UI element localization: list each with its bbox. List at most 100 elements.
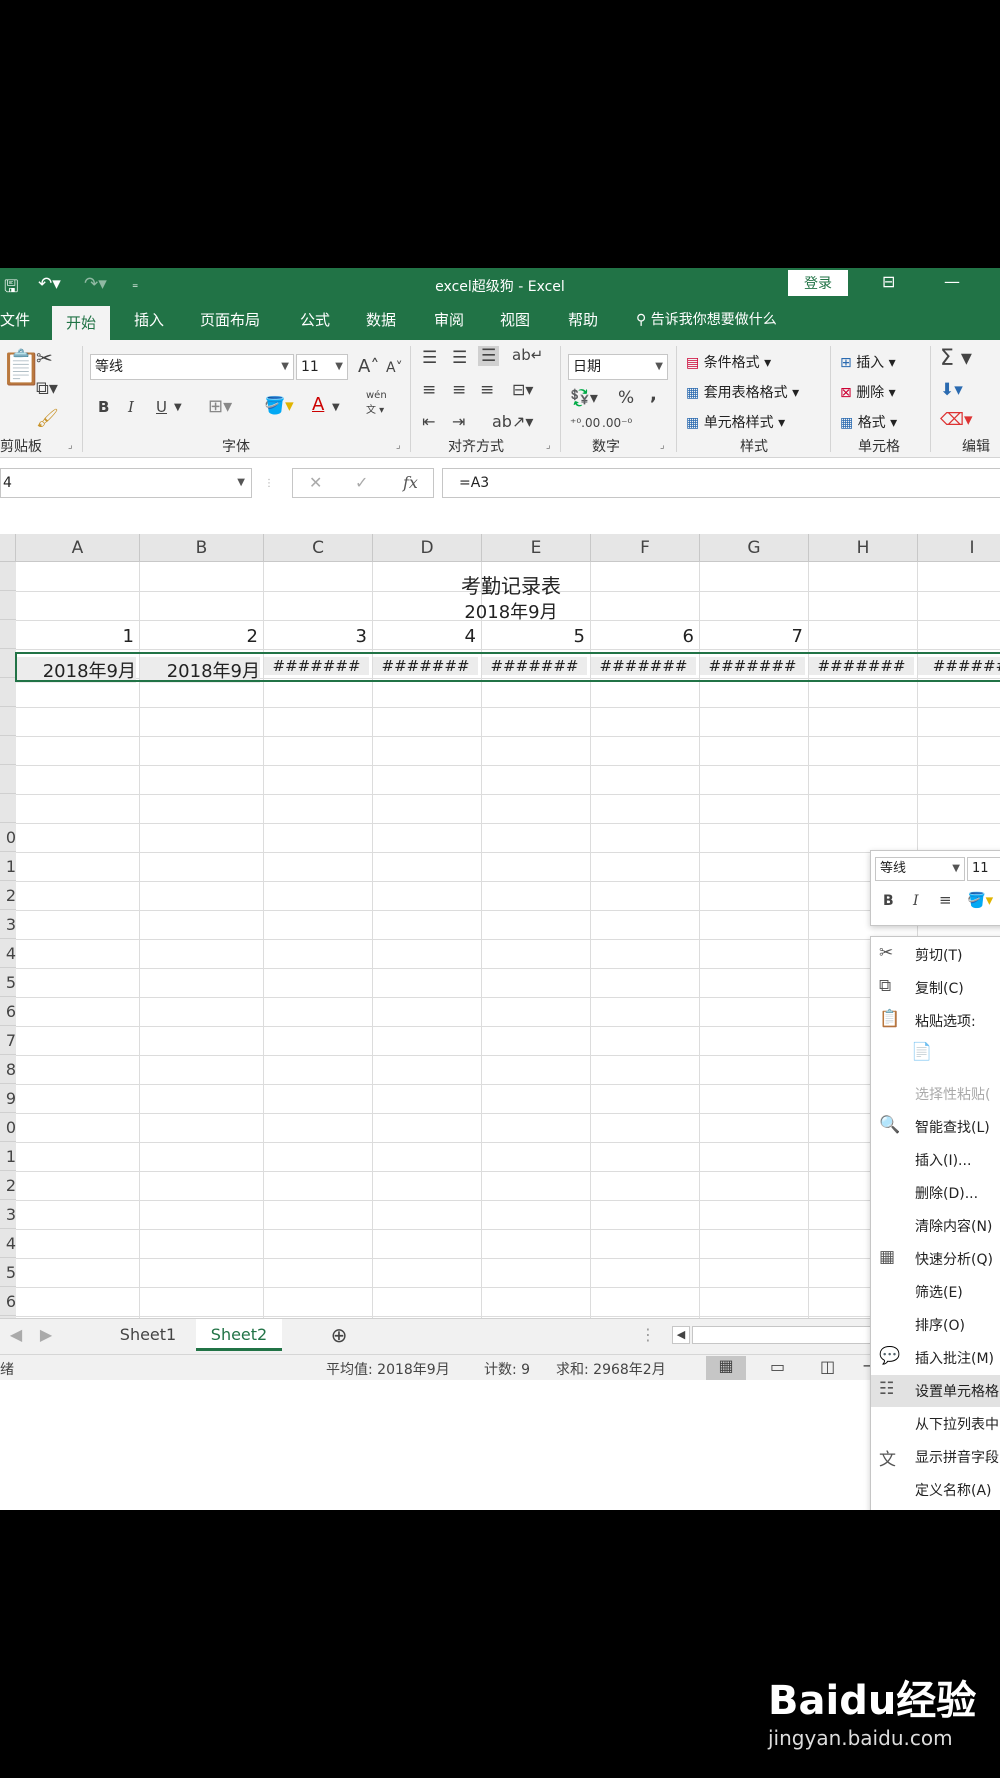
enter-icon[interactable]: ✓ xyxy=(355,473,368,492)
fill-icon[interactable]: ⬇▾ xyxy=(940,380,963,400)
accounting-format-icon[interactable]: 💱▾ xyxy=(570,388,598,407)
cell-f3[interactable]: 6 xyxy=(591,626,694,647)
row-header[interactable]: 1 xyxy=(0,852,16,881)
sheet-subtitle-cell[interactable]: 2018年9月 xyxy=(16,598,1000,624)
worksheet-grid[interactable]: A B C D E F G H I 012345678901234567890 … xyxy=(0,534,1000,1318)
row-header[interactable] xyxy=(0,562,16,591)
format-as-table-button[interactable]: ▦ 套用表格格式 ▾ xyxy=(686,382,799,402)
increase-indent-icon[interactable]: ⇥ xyxy=(452,412,465,431)
align-center-icon[interactable]: ≡ xyxy=(452,380,466,400)
column-header-f[interactable]: F xyxy=(591,534,700,562)
minimize-icon[interactable]: — xyxy=(944,272,960,291)
cut-icon[interactable]: ✂ xyxy=(36,346,53,370)
row-header[interactable]: 2 xyxy=(0,881,16,910)
row-header[interactable]: 5 xyxy=(0,1258,16,1287)
row-header[interactable] xyxy=(0,678,16,707)
ribbon-display-icon[interactable]: ⊟ xyxy=(882,272,895,291)
mini-italic-button[interactable]: I xyxy=(913,893,919,909)
context-menu-item[interactable]: 删除(D)... xyxy=(871,1177,1000,1209)
decrease-indent-icon[interactable]: ⇤ xyxy=(422,412,435,431)
font-launcher-icon[interactable]: ⌟ xyxy=(396,440,401,451)
row-header[interactable] xyxy=(0,649,16,678)
row-header[interactable] xyxy=(0,736,16,765)
row-header[interactable]: 1 xyxy=(0,1142,16,1171)
autosum-button[interactable]: Σ ▾ xyxy=(940,346,972,371)
tab-page-layout[interactable]: 页面布局 xyxy=(200,300,260,340)
row-header[interactable]: 9 xyxy=(0,1084,16,1113)
italic-button[interactable]: I xyxy=(128,398,134,416)
mini-font-name[interactable]: 等线 ▼ xyxy=(875,857,965,881)
insert-function-button[interactable]: fx xyxy=(403,473,418,492)
hscroll-left-icon[interactable]: ◀ xyxy=(672,1326,690,1344)
column-header-i[interactable]: I xyxy=(918,534,1000,562)
grow-font-button[interactable]: A˄ xyxy=(358,356,379,377)
status-count[interactable]: 计数: 9 xyxy=(484,1359,530,1379)
context-menu-item[interactable]: 定义名称(A) xyxy=(871,1474,1000,1506)
tab-help[interactable]: 帮助 xyxy=(568,300,598,340)
context-menu-item[interactable]: ⧉ 复制(C) xyxy=(871,972,1000,1004)
column-header-c[interactable]: C xyxy=(264,534,373,562)
cell-c3[interactable]: 3 xyxy=(264,626,367,647)
page-layout-view-icon[interactable]: ▭ xyxy=(770,1357,785,1376)
context-menu-item[interactable]: 清除内容(N) xyxy=(871,1210,1000,1242)
normal-view-icon[interactable]: ▦ xyxy=(706,1356,746,1380)
row-header[interactable] xyxy=(0,765,16,794)
decrease-decimal-icon[interactable]: .00⁻⁰ xyxy=(602,416,632,430)
align-right-icon[interactable]: ≡ xyxy=(480,380,494,400)
column-header-e[interactable]: E xyxy=(482,534,591,562)
tab-file[interactable]: 文件 xyxy=(0,300,30,340)
context-menu-item[interactable]: ☷ 设置单元格格 xyxy=(871,1375,1000,1407)
chevron-down-icon[interactable]: ▼ xyxy=(174,402,182,413)
format-painter-icon[interactable]: 🖌 xyxy=(36,408,59,429)
context-menu-item[interactable]: 📋 粘贴选项: xyxy=(871,1005,1000,1037)
font-color-button[interactable]: A xyxy=(312,394,324,415)
row-header[interactable]: 6 xyxy=(0,997,16,1026)
context-menu-item[interactable]: 🔗链接(I) xyxy=(871,1507,1000,1510)
scroll-right-icon[interactable]: ▶ xyxy=(36,1319,56,1351)
delete-cells-button[interactable]: ⊠ 删除 ▾ xyxy=(840,382,896,402)
mini-fill-color-icon[interactable]: 🪣▾ xyxy=(967,891,993,909)
context-menu-item[interactable]: 排序(O) xyxy=(871,1309,1000,1341)
tab-home[interactable]: 开始 xyxy=(52,306,111,340)
number-format-select[interactable]: 日期 ▼ xyxy=(568,354,668,380)
sheet-tab-sheet2[interactable]: Sheet2 xyxy=(196,1319,282,1351)
mini-font-size[interactable]: 11 xyxy=(967,857,1000,881)
mini-bold-button[interactable]: B xyxy=(883,893,894,909)
tab-formulas[interactable]: 公式 xyxy=(300,300,330,340)
align-middle-icon[interactable]: ☰ xyxy=(452,348,467,368)
formula-input[interactable]: =A3 xyxy=(442,468,1000,498)
row-header[interactable]: 8 xyxy=(0,1055,16,1084)
column-header-g[interactable]: G xyxy=(700,534,809,562)
insert-cells-button[interactable]: ⊞ 插入 ▾ xyxy=(840,352,896,372)
row-header[interactable] xyxy=(0,707,16,736)
clipboard-launcher-icon[interactable]: ⌟ xyxy=(68,440,73,451)
row-header[interactable]: 3 xyxy=(0,1200,16,1229)
cell-d3[interactable]: 4 xyxy=(373,626,476,647)
row-header[interactable]: 2 xyxy=(0,1171,16,1200)
login-button[interactable]: 登录 xyxy=(788,270,848,296)
context-menu-item[interactable]: 💬 插入批注(M) xyxy=(871,1342,1000,1374)
format-cells-button[interactable]: ▦ 格式 ▾ xyxy=(840,412,897,432)
row-header[interactable] xyxy=(0,794,16,823)
bold-button[interactable]: B xyxy=(98,398,109,416)
cell-styles-button[interactable]: ▦ 单元格样式 ▾ xyxy=(686,412,785,432)
comma-button[interactable]: , xyxy=(650,384,657,405)
row-header[interactable] xyxy=(0,620,16,649)
scroll-left-icon[interactable]: ◀ xyxy=(6,1319,26,1351)
row-header[interactable]: 3 xyxy=(0,910,16,939)
row-header[interactable]: 4 xyxy=(0,1229,16,1258)
add-sheet-icon[interactable]: ⊕ xyxy=(324,1319,354,1351)
context-menu-item[interactable]: ▦ 快速分析(Q) xyxy=(871,1243,1000,1275)
font-size-select[interactable]: 11 ▼ xyxy=(296,354,348,380)
tab-view[interactable]: 视图 xyxy=(500,300,530,340)
tell-me-search[interactable]: ⚲ 告诉我你想要做什么 xyxy=(636,300,777,340)
percent-button[interactable]: % xyxy=(618,388,634,408)
chevron-down-icon[interactable]: ▼ xyxy=(332,402,340,413)
wrap-orientation-icon[interactable]: ab↵ xyxy=(512,346,543,364)
tab-insert[interactable]: 插入 xyxy=(134,300,164,340)
column-header-h[interactable]: H xyxy=(809,534,918,562)
row-header[interactable]: 6 xyxy=(0,1287,16,1316)
tab-review[interactable]: 审阅 xyxy=(434,300,464,340)
column-header-b[interactable]: B xyxy=(140,534,264,562)
context-menu-item[interactable]: 🔍 智能查找(L) xyxy=(871,1111,1000,1143)
